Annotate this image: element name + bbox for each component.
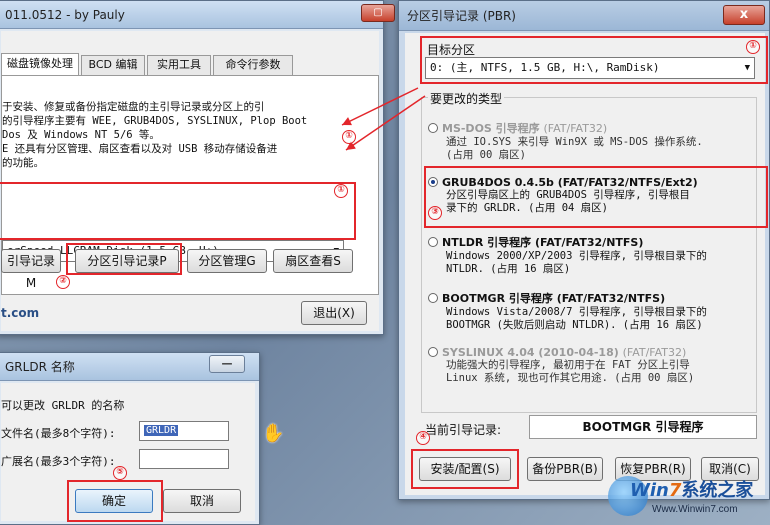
option-desc: NTLDR. (占用 16 扇区) <box>446 263 571 275</box>
sector-view-button[interactable]: 扇区查看S <box>273 249 353 273</box>
rename-dialog-close-icon[interactable]: — <box>209 355 245 373</box>
watermark-url: Www.Winwin7.com <box>652 504 738 515</box>
filename-input[interactable]: GRLDR <box>139 421 229 441</box>
option-desc: (占用 00 扇区) <box>446 149 526 161</box>
current-record-value: BOOTMGR 引导程序 <box>529 415 757 439</box>
ext-input[interactable] <box>139 449 229 469</box>
rename-intro: 可以更改 GRLDR 的名称 <box>1 399 125 412</box>
main-window-titlebar: 011.0512 - by Pauly ▢ <box>0 1 395 29</box>
option-name: MS-DOS 引导程序 <box>442 122 540 135</box>
rename-dialog-title: GRLDR 名称 <box>5 360 75 374</box>
option-desc: 通过 IO.SYS 来引导 Win9X 或 MS-DOS 操作系统. <box>446 136 703 148</box>
option-desc: Windows Vista/2008/7 引导程序, 引导根目录下的 <box>446 306 707 318</box>
hand-cursor-icon: ✋ <box>262 423 285 444</box>
filename-label: 文件名(最多8个字符): <box>1 427 116 440</box>
option-ntldr[interactable]: NTLDR 引导程序 (FAT/FAT32/NTFS) Windows 2000… <box>428 234 754 276</box>
exit-button[interactable]: 退出(X) <box>301 301 367 325</box>
rename-dialog-titlebar: GRLDR 名称 — <box>0 353 259 381</box>
option-name: NTLDR 引导程序 <box>442 236 532 249</box>
option-desc: BOOTMGR (失败后则启动 NTLDR). (占用 16 扇区) <box>446 319 703 331</box>
radio-icon[interactable] <box>428 237 438 247</box>
description-text: 于安装、修复或备份指定磁盘的主引导记录或分区上的引 的引导程序主要有 WEE, … <box>2 100 372 170</box>
watermark-brand: Win7系统之家 <box>630 476 753 502</box>
backup-pbr-button[interactable]: 备份PBR(B) <box>527 457 603 481</box>
option-syslinux[interactable]: SYSLINUX 4.04 (2010-04-18) (FAT/FAT32) 功… <box>428 346 754 385</box>
option-desc: Linux 系统, 现也可作其它用途. (占用 00 扇区) <box>446 372 695 384</box>
partition-manage-button[interactable]: 分区管理G <box>187 249 267 273</box>
type-group: 要更改的类型 MS-DOS 引导程序 (FAT/FAT32) 通过 IO.SYS… <box>421 90 757 413</box>
pbr-window-title: 分区引导记录 (PBR) <box>407 9 516 23</box>
ext-label: 广展名(最多3个字符): <box>1 455 116 468</box>
filename-input-value: GRLDR <box>144 425 179 436</box>
description-line: 的引导程序主要有 WEE, GRUB4DOS, SYSLINUX, Plop B… <box>2 115 308 127</box>
tab-disk-image[interactable]: 磁盘镜像处理 <box>1 53 79 75</box>
option-tag: (FAT/FAT32) <box>543 122 608 135</box>
tab-utilities[interactable]: 实用工具 <box>147 55 211 75</box>
watermark: Win7系统之家 Www.Winwin7.com <box>608 470 768 524</box>
pbr-window-client: 目标分区 0: (主, NTFS, 1.5 GB, H:\, RamDisk) … <box>405 33 765 495</box>
description-line: E 还具有分区管理、扇区查看以及对 USB 移动存储设备进 <box>2 143 278 155</box>
tab-command-line[interactable]: 命令行参数 <box>213 55 293 75</box>
option-bootmgr[interactable]: BOOTMGR 引导程序 (FAT/FAT32/NTFS) Windows Vi… <box>428 290 754 332</box>
option-tag: (FAT/FAT32/NTFS) <box>535 236 644 249</box>
annotation-badge: ① <box>334 184 348 198</box>
highlight-ok-button <box>67 480 163 522</box>
highlight-target-partition <box>420 36 768 84</box>
radio-icon[interactable] <box>428 347 438 357</box>
annotation-badge: ① <box>342 130 356 144</box>
option-desc: Windows 2000/XP/2003 引导程序, 引导根目录下的 <box>446 250 707 262</box>
option-msdos[interactable]: MS-DOS 引导程序 (FAT/FAT32) 通过 IO.SYS 来引导 Wi… <box>428 120 754 162</box>
watermark-brand-a: Win <box>630 480 669 501</box>
option-name: BOOTMGR 引导程序 <box>442 292 553 305</box>
watermark-brand-c: 系统之家 <box>681 480 754 501</box>
main-window-close-icon[interactable]: ▢ <box>361 4 395 22</box>
pbr-window-titlebar: 分区引导记录 (PBR) x <box>399 1 769 31</box>
highlight-install-button <box>411 449 519 489</box>
highlight-grub4dos <box>424 166 768 228</box>
tab-bcd-edit[interactable]: BCD 编辑 <box>81 55 145 75</box>
description-line: 的功能。 <box>2 157 44 169</box>
pbr-window-close-icon[interactable]: x <box>723 5 765 25</box>
watermark-brand-b: 7 <box>668 480 682 501</box>
annotation-badge: ④ <box>416 431 430 445</box>
annotation-badge: ② <box>56 275 70 289</box>
description-line: 于安装、修复或备份指定磁盘的主引导记录或分区上的引 <box>2 101 265 113</box>
annotation-badge: ⑤ <box>113 466 127 480</box>
option-desc: 功能强大的引导程序, 最初用于在 FAT 分区上引导 <box>446 359 690 371</box>
mbr-button[interactable]: 引导记录M <box>1 249 61 290</box>
annotation-badge: ③ <box>428 206 442 220</box>
site-text: t.com <box>1 306 40 320</box>
main-window-title: 011.0512 - by Pauly <box>5 8 125 22</box>
option-tag: (FAT/FAT32) <box>622 346 687 359</box>
radio-icon[interactable] <box>428 293 438 303</box>
description-line: Dos 及 Windows NT 5/6 等。 <box>2 129 160 141</box>
cancel-button[interactable]: 取消 <box>163 489 241 513</box>
type-group-label: 要更改的类型 <box>428 90 505 107</box>
current-record-label: 当前引导记录: <box>425 423 502 437</box>
annotation-badge: ① <box>746 40 760 54</box>
option-tag: (FAT/FAT32/NTFS) <box>556 292 666 305</box>
tab-bar: 磁盘镜像处理 BCD 编辑 实用工具 命令行参数 <box>1 53 379 75</box>
option-name: SYSLINUX 4.04 (2010-04-18) <box>442 346 619 359</box>
highlight-disk-select <box>0 182 356 240</box>
radio-icon[interactable] <box>428 123 438 133</box>
highlight-pbr-button <box>66 243 182 275</box>
